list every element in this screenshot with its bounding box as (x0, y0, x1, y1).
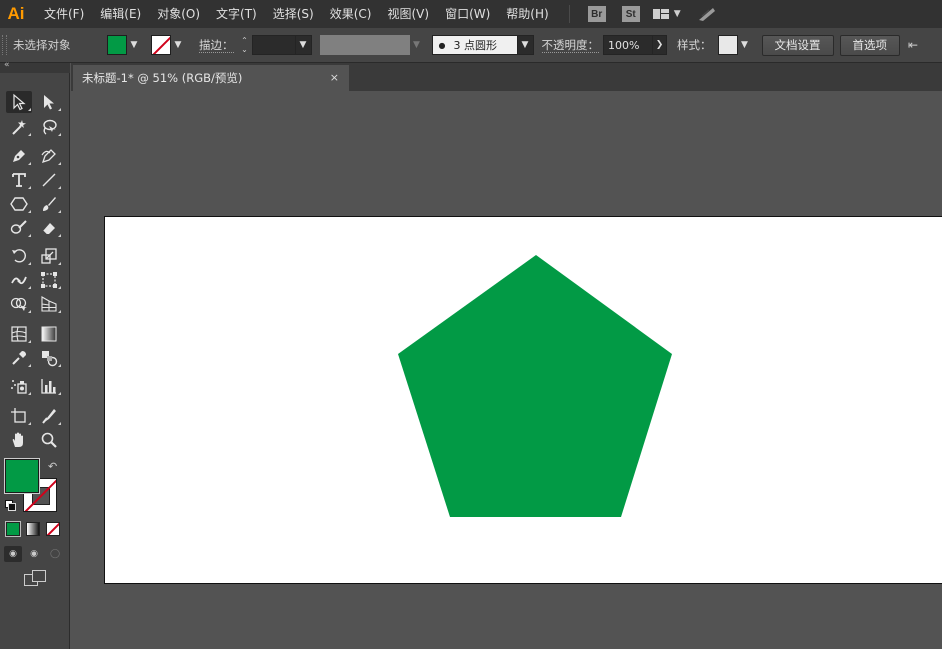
draw-inside-icon[interactable]: ◯ (46, 546, 64, 562)
zoom-tool[interactable] (36, 429, 62, 451)
magic-wand-tool[interactable] (6, 116, 32, 138)
draw-normal-icon[interactable]: ◉ (4, 546, 22, 562)
draw-behind-icon[interactable]: ◉ (25, 546, 43, 562)
stroke-weight-input[interactable] (251, 35, 296, 55)
shape-builder-tool[interactable] (6, 293, 32, 315)
chevron-down-icon[interactable]: ▼ (674, 9, 681, 19)
gradient-mode-button[interactable] (26, 522, 40, 536)
chevron-down-icon[interactable]: ▼ (295, 35, 312, 55)
width-tool[interactable] (6, 269, 32, 291)
menu-edit[interactable]: 编辑(E) (92, 0, 149, 28)
eyedropper-tool[interactable] (6, 347, 32, 369)
stroke-weight-stepper[interactable]: ⌃ ⌄ (238, 35, 252, 55)
workspace-layout-icon[interactable] (652, 7, 670, 21)
stroke-color-swatch[interactable] (151, 35, 171, 55)
document-tab[interactable]: 未标题-1* @ 51% (RGB/预览) × (73, 65, 349, 91)
gradient-tool[interactable] (36, 323, 62, 345)
fill-color-swatch[interactable] (107, 35, 127, 55)
chevron-down-icon[interactable]: ▼ (517, 35, 534, 55)
curvature-tool[interactable] (36, 145, 62, 167)
polygon-tool[interactable] (6, 193, 32, 215)
shaper-tool[interactable] (6, 217, 32, 239)
menu-window[interactable]: 窗口(W) (437, 0, 498, 28)
screen-mode-icon[interactable] (24, 570, 46, 586)
fill-color-box[interactable] (5, 459, 39, 493)
lasso-tool[interactable] (36, 116, 62, 138)
chevron-down-icon[interactable]: ▼ (738, 35, 752, 55)
chevron-down-icon[interactable]: ▼ (171, 35, 185, 55)
opacity-input[interactable]: 100% (603, 35, 653, 55)
artboard[interactable] (104, 216, 942, 584)
opacity-label[interactable]: 不透明度： (541, 38, 599, 53)
style-label: 样式： (677, 38, 712, 52)
panel-grip[interactable] (2, 35, 7, 55)
menu-type[interactable]: 文字(T) (208, 0, 265, 28)
app-logo: Ai (7, 4, 25, 23)
menu-separator (568, 5, 570, 23)
control-bar: 未选择对象 ▼ ▼ 描边： ⌃ ⌄ ▼ ▼ ● 3 点圆形 ▼ 不透明度： 100… (0, 28, 942, 63)
mesh-tool[interactable] (6, 323, 32, 345)
color-mode-button[interactable] (6, 522, 20, 536)
brush-dot-icon: ● (438, 40, 446, 50)
menu-help[interactable]: 帮助(H) (498, 0, 556, 28)
selection-status: 未选择对象 (13, 38, 71, 52)
collapse-panel-icon[interactable]: « (4, 60, 10, 70)
brush-definition-dropdown[interactable]: ● 3 点圆形 (431, 35, 518, 55)
pen-tool[interactable] (6, 145, 32, 167)
default-fill-stroke-icon[interactable] (5, 500, 16, 511)
direct-selection-tool[interactable] (36, 91, 62, 113)
stroke-label[interactable]: 描边： (199, 38, 234, 53)
type-tool[interactable] (6, 169, 32, 191)
graphic-style-swatch[interactable] (717, 35, 738, 55)
bridge-button[interactable]: Br (587, 6, 606, 22)
hand-tool[interactable] (6, 429, 32, 451)
variable-width-profile[interactable] (319, 35, 410, 55)
menu-view[interactable]: 视图(V) (379, 0, 437, 28)
menu-bar: Ai 文件(F) 编辑(E) 对象(O) 文字(T) 选择(S) 效果(C) 视… (0, 0, 942, 28)
sync-feather-icon[interactable] (697, 6, 717, 22)
align-icon[interactable]: ⇤ (908, 38, 918, 52)
menu-effect[interactable]: 效果(C) (322, 0, 380, 28)
eraser-tool[interactable] (36, 217, 62, 239)
document-setup-button[interactable]: 文档设置 (761, 34, 834, 56)
menu-object[interactable]: 对象(O) (149, 0, 208, 28)
document-tab-title: 未标题-1* @ 51% (RGB/预览) (82, 71, 243, 85)
preferences-button[interactable]: 首选项 (839, 34, 900, 56)
slice-tool[interactable] (36, 405, 62, 427)
free-transform-tool[interactable] (36, 269, 62, 291)
document-tab-bar: 未标题-1* @ 51% (RGB/预览) × (71, 63, 942, 91)
swap-fill-stroke-icon[interactable]: ↶ (48, 460, 57, 473)
chevron-right-icon[interactable]: ❯ (653, 35, 667, 55)
rotate-tool[interactable] (6, 245, 32, 267)
symbol-sprayer-tool[interactable] (6, 375, 32, 397)
pentagon-shape[interactable] (105, 217, 942, 585)
tools-panel: ↶ ◉ ◉ ◯ (0, 73, 70, 649)
chevron-down-icon: ▼ (413, 40, 420, 50)
scale-tool[interactable] (36, 245, 62, 267)
brush-definition-label: 3 点圆形 (453, 39, 497, 52)
menu-file[interactable]: 文件(F) (36, 0, 92, 28)
column-graph-tool[interactable] (36, 375, 62, 397)
tools-panel-header[interactable]: « (0, 60, 70, 78)
artboard-tool[interactable] (6, 405, 32, 427)
none-mode-button[interactable] (46, 522, 60, 536)
stock-button[interactable]: St (621, 6, 640, 22)
menu-select[interactable]: 选择(S) (265, 0, 322, 28)
selection-tool[interactable] (6, 91, 32, 113)
line-segment-tool[interactable] (36, 169, 62, 191)
close-icon[interactable]: × (330, 71, 339, 84)
paintbrush-tool[interactable] (36, 193, 62, 215)
perspective-grid-tool[interactable] (36, 293, 62, 315)
chevron-down-icon[interactable]: ▼ (127, 35, 141, 55)
illustrator-window: Ai 文件(F) 编辑(E) 对象(O) 文字(T) 选择(S) 效果(C) 视… (0, 0, 942, 649)
blend-tool[interactable] (36, 347, 62, 369)
canvas-pasteboard[interactable] (71, 91, 942, 649)
